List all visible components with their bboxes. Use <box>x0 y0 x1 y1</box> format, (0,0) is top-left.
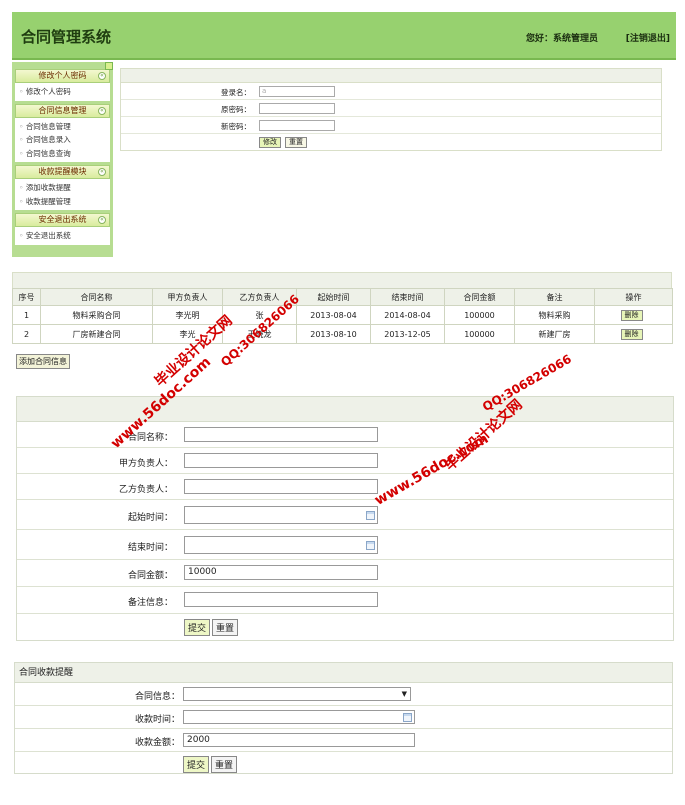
menu-group-reminder[interactable]: 收款提醒模块 « <box>15 165 110 179</box>
old-password-label: 原密码： <box>221 105 251 114</box>
menu-group-password[interactable]: 修改个人密码 « <box>15 69 110 83</box>
modify-button[interactable]: 修改 <box>259 137 281 148</box>
note-label: 备注信息： <box>127 598 173 608</box>
add-contract-button[interactable]: 添加合同信息 <box>16 354 70 369</box>
contract-select[interactable]: ▼ <box>183 687 411 701</box>
table-cell: 100000 <box>444 305 515 325</box>
contract-table: 序号 合同名称 甲方负责人 乙方负责人 起始时间 结束时间 合同金额 备注 操作… <box>12 288 673 344</box>
welcome-text: 您好：系统管理员 <box>525 34 598 44</box>
party-a-input[interactable] <box>184 453 378 468</box>
collapse-icon[interactable]: « <box>98 106 106 115</box>
table-cell: 2013-12-05 <box>370 324 445 344</box>
table-header-row: 序号 合同名称 甲方负责人 乙方负责人 起始时间 结束时间 合同金额 备注 操作 <box>12 288 673 306</box>
table-cell: 100000 <box>444 324 515 344</box>
calendar-icon[interactable] <box>366 541 375 550</box>
submit-button[interactable]: 提交 <box>184 619 211 636</box>
new-password-label: 新密码： <box>221 122 251 131</box>
menu-group-contract[interactable]: 合同信息管理 « <box>15 103 110 118</box>
contract-select-label: 合同信息： <box>134 692 180 702</box>
note-input[interactable] <box>184 592 378 607</box>
column-header: 合同名称 <box>40 288 153 306</box>
table-cell: 2013-08-04 <box>296 305 371 325</box>
table-cell: 新建厂房 <box>514 324 595 344</box>
start-date-input[interactable] <box>184 506 378 524</box>
receipt-time-input[interactable] <box>183 710 415 724</box>
delete-button[interactable]: 删除 <box>620 309 643 321</box>
old-password-input[interactable] <box>259 103 335 114</box>
calendar-icon[interactable] <box>403 713 412 722</box>
table-cell: 厂房新建合同 <box>40 324 153 344</box>
logout-link[interactable]: [注销退出] <box>626 31 670 44</box>
column-header: 备注 <box>514 288 595 306</box>
menu-group-title: 安全退出系统 <box>38 215 87 224</box>
end-date-label: 结束时间： <box>127 543 173 553</box>
table-row: 1 物料采购合同 李光明 张 2013-08-04 2014-08-04 100… <box>12 305 673 325</box>
start-date-label: 起始时间： <box>127 513 173 523</box>
sidebar-item-change-password[interactable]: 修改个人密码 <box>19 85 106 99</box>
column-header: 操作 <box>594 288 673 306</box>
submit-button[interactable]: 提交 <box>183 756 210 773</box>
login-name-label: 登录名： <box>221 88 251 97</box>
admin-frame: 合同管理系统 您好：系统管理员 [注销退出] 修改个人密码 « 修改个人密码 合… <box>12 12 676 257</box>
table-cell: 物料采购 <box>514 305 595 325</box>
sidebar-item-contract-manage[interactable]: 合同信息管理 <box>19 120 106 134</box>
contract-list-panel: 序号 合同名称 甲方负责人 乙方负责人 起始时间 结束时间 合同金额 备注 操作… <box>12 272 673 369</box>
reset-button[interactable]: 重置 <box>212 619 239 636</box>
column-header: 起始时间 <box>296 288 371 306</box>
sidebar-resize-handle[interactable] <box>105 62 113 70</box>
column-header: 甲方负责人 <box>152 288 223 306</box>
menu-group-title: 收款提醒模块 <box>38 167 87 176</box>
dropdown-arrow-icon: ▼ <box>401 690 407 698</box>
party-a-label: 甲方负责人： <box>118 459 173 469</box>
table-cell: 2 <box>12 324 41 344</box>
menu-group-exit[interactable]: 安全退出系统 « <box>15 213 110 227</box>
app-title: 合同管理系统 <box>21 28 112 46</box>
sidebar-item-contract-query[interactable]: 合同信息查询 <box>19 147 106 161</box>
new-password-input[interactable] <box>259 120 335 131</box>
collapse-icon[interactable]: « <box>98 168 106 176</box>
table-row: 2 厂房新建合同 李光 王晓龙 2013-08-10 2013-12-05 10… <box>12 324 673 344</box>
table-cell: 1 <box>12 305 41 325</box>
collapse-icon[interactable]: « <box>98 72 106 80</box>
party-b-input[interactable] <box>184 479 378 494</box>
reminder-form-title: 合同收款提醒 <box>15 663 672 683</box>
amount-input[interactable]: 10000 <box>184 565 378 580</box>
collapse-icon[interactable]: « <box>98 216 106 224</box>
sidebar: 修改个人密码 « 修改个人密码 合同信息管理 « 合同信息管理 合同信息录入 合… <box>12 62 113 257</box>
app-header: 合同管理系统 您好：系统管理员 [注销退出] <box>12 12 676 60</box>
calendar-icon[interactable] <box>366 511 375 520</box>
sidebar-item-exit[interactable]: 安全退出系统 <box>19 229 106 243</box>
table-cell: 物料采购合同 <box>40 305 153 325</box>
reminder-form: 合同收款提醒 合同信息： ▼ 收款时间： 收款金额： 2000 提交 重置 <box>14 662 673 774</box>
end-date-input[interactable] <box>184 536 378 554</box>
table-cell: 2014-08-04 <box>370 305 445 325</box>
table-cell: 2013-08-10 <box>296 324 371 344</box>
delete-button[interactable]: 删除 <box>620 328 643 340</box>
receipt-time-label: 收款时间： <box>134 715 180 725</box>
reset-button[interactable]: 重置 <box>211 756 238 773</box>
sidebar-item-reminder-add[interactable]: 添加收款提醒 <box>19 181 106 195</box>
party-b-label: 乙方负责人： <box>118 485 173 495</box>
login-name-input[interactable]: a <box>259 86 335 97</box>
contract-name-input[interactable] <box>184 427 378 442</box>
receipt-amount-input[interactable]: 2000 <box>183 733 415 747</box>
column-header: 序号 <box>12 288 41 306</box>
sidebar-item-contract-add[interactable]: 合同信息录入 <box>19 133 106 147</box>
password-form: 登录名： a 原密码： 新密码： 修改 重置 <box>120 68 662 151</box>
column-header: 合同金额 <box>444 288 515 306</box>
column-header: 结束时间 <box>370 288 445 306</box>
menu-group-title: 合同信息管理 <box>38 105 87 115</box>
sidebar-item-reminder-manage[interactable]: 收款提醒管理 <box>19 195 106 209</box>
receipt-amount-label: 收款金额： <box>134 738 180 748</box>
reset-button[interactable]: 重置 <box>285 137 307 148</box>
amount-label: 合同金额： <box>127 571 173 581</box>
menu-group-title: 修改个人密码 <box>38 71 87 80</box>
